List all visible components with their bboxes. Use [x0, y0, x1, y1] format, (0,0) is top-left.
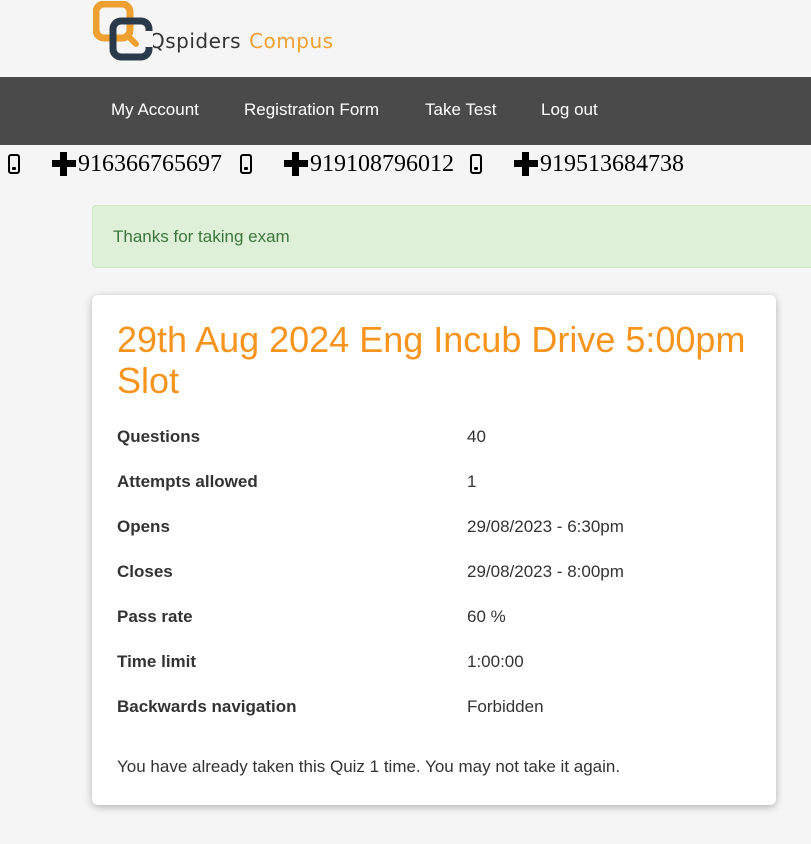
brand-name-part2: Compus — [249, 29, 334, 53]
detail-value: 29/08/2023 - 8:00pm — [467, 562, 624, 581]
contact-item[interactable]: 919108796012 — [240, 145, 454, 183]
detail-label: Opens — [117, 517, 170, 536]
nav-my-account[interactable]: My Account — [111, 77, 199, 145]
quiz-detail-row: Closes 29/08/2023 - 8:00pm — [117, 562, 757, 586]
attempt-limit-note: You have already taken this Quiz 1 time.… — [117, 757, 621, 776]
plus-icon — [514, 152, 538, 176]
detail-label: Pass rate — [117, 607, 193, 626]
plus-icon — [284, 152, 308, 176]
detail-value: 29/08/2023 - 6:30pm — [467, 517, 624, 536]
plus-icon — [52, 152, 76, 176]
quiz-title: 29th Aug 2024 Eng Incub Drive 5:00pm Slo… — [117, 319, 746, 401]
quiz-detail-row: Attempts allowed 1 — [117, 472, 757, 496]
detail-label: Questions — [117, 427, 201, 446]
brand-name: Qspiders Compus — [149, 29, 334, 53]
contact-item[interactable]: 919513684738 — [470, 145, 684, 183]
nav-take-test[interactable]: Take Test — [425, 77, 497, 145]
mobile-phone-icon — [8, 154, 20, 174]
detail-value: Forbidden — [467, 697, 544, 716]
contact-bar: 916366765697 919108796012 919513684738 — [0, 145, 811, 183]
contact-number: 919513684738 — [540, 150, 684, 177]
contact-item[interactable]: 916366765697 — [8, 145, 222, 183]
detail-value: 1 — [467, 472, 477, 491]
brand-name-part1: Qspiders — [149, 29, 242, 53]
qspiders-logo[interactable]: Qspiders Compus — [93, 1, 334, 62]
detail-label: Closes — [117, 562, 173, 581]
quiz-detail-row: Questions 40 — [117, 427, 757, 451]
quiz-detail-row: Backwards navigation Forbidden — [117, 697, 757, 721]
mobile-phone-icon — [240, 154, 252, 174]
detail-label: Time limit — [117, 652, 197, 671]
contact-number: 919108796012 — [310, 150, 454, 177]
detail-label: Backwards navigation — [117, 697, 297, 716]
quiz-detail-row: Opens 29/08/2023 - 6:30pm — [117, 517, 757, 541]
nav-registration-form[interactable]: Registration Form — [244, 77, 379, 145]
success-alert: Thanks for taking exam — [92, 205, 811, 268]
qc-logo-mark-icon — [93, 1, 153, 61]
top-navbar: My Account Registration Form Take Test L… — [0, 77, 811, 145]
quiz-detail-row: Time limit 1:00:00 — [117, 652, 757, 676]
contact-number: 916366765697 — [78, 150, 222, 177]
detail-label: Attempts allowed — [117, 472, 258, 491]
detail-value: 40 — [467, 427, 486, 446]
quiz-detail-row: Pass rate 60 % — [117, 607, 757, 631]
header: Qspiders Compus — [0, 0, 811, 77]
nav-log-out[interactable]: Log out — [541, 77, 598, 145]
detail-value: 1:00:00 — [467, 652, 524, 671]
mobile-phone-icon — [470, 154, 482, 174]
quiz-info-card: 29th Aug 2024 Eng Incub Drive 5:00pm Slo… — [92, 295, 776, 805]
detail-value: 60 % — [467, 607, 506, 626]
